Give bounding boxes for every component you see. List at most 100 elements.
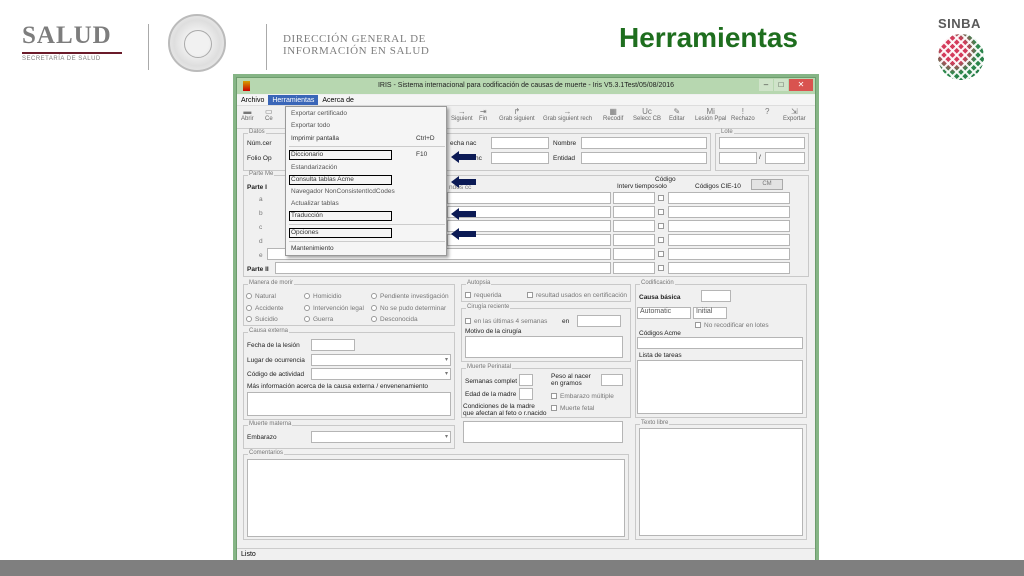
actividad-select[interactable]: ▾ bbox=[311, 368, 451, 380]
ultimas-4-check[interactable] bbox=[465, 318, 471, 324]
muerte-fetal-check[interactable] bbox=[551, 405, 557, 411]
embarazo-select[interactable]: ▾ bbox=[311, 431, 451, 443]
radio-accidente[interactable] bbox=[246, 305, 252, 311]
cm-button[interactable]: CM bbox=[751, 179, 783, 190]
exportar-button[interactable]: ⇲ Exportar bbox=[783, 108, 806, 123]
lesion-ppal-button[interactable]: Mi Lesión Ppal bbox=[695, 108, 726, 123]
interval-field-parte-ii[interactable] bbox=[613, 262, 655, 274]
menu-item-imprimir-pantalla[interactable]: Imprimir pantalla bbox=[291, 135, 339, 142]
interval-field-e[interactable] bbox=[613, 248, 655, 260]
codigo-solo-check-d[interactable] bbox=[658, 237, 664, 243]
cause-field-parte-ii[interactable] bbox=[275, 262, 611, 274]
codigos-acme-field[interactable] bbox=[637, 337, 803, 349]
maximize-button[interactable]: □ bbox=[774, 79, 788, 91]
fecha-lesion-field[interactable] bbox=[311, 339, 355, 351]
menu-archivo[interactable]: Archivo bbox=[237, 95, 268, 105]
grab-siguient-button[interactable]: ↱ Grab siguient bbox=[499, 108, 535, 123]
chevron-down-icon: ▾ bbox=[444, 434, 448, 440]
radio-homicidio[interactable] bbox=[304, 293, 310, 299]
close-button[interactable]: ✕ bbox=[789, 79, 813, 91]
comentarios-textarea[interactable] bbox=[247, 459, 625, 537]
radio-suicidio[interactable] bbox=[246, 316, 252, 322]
menu-item-navegador[interactable]: Navegador NonConsistentIcdCodes bbox=[291, 188, 395, 195]
menu-item-traduccion[interactable]: Traducción bbox=[291, 212, 323, 219]
lote-legend: Lote bbox=[720, 129, 734, 135]
texto-libre-legend: Texto libre bbox=[640, 420, 670, 426]
radio-guerra[interactable] bbox=[304, 316, 310, 322]
codigo-solo-check-c[interactable] bbox=[658, 223, 664, 229]
interval-field-c[interactable] bbox=[613, 220, 655, 232]
causa-basica-field[interactable] bbox=[701, 290, 731, 302]
datos-legend: Datos bbox=[248, 129, 266, 135]
menu-item-mantenimiento[interactable]: Mantenimiento bbox=[291, 245, 334, 252]
no-recodificar-check[interactable] bbox=[695, 322, 701, 328]
manera-morir-legend: Manera de morir bbox=[248, 280, 295, 286]
automatic-field[interactable]: Automatic bbox=[637, 307, 691, 319]
mas-info-textarea[interactable] bbox=[247, 392, 451, 416]
rechazo-label: Rechazo bbox=[731, 116, 755, 122]
initial-field[interactable]: Initial bbox=[693, 307, 727, 319]
menu-item-diccionario[interactable]: Diccionario bbox=[291, 151, 323, 158]
peso-field[interactable] bbox=[601, 374, 623, 386]
cause-field-a[interactable] bbox=[447, 192, 611, 204]
interval-field-b[interactable] bbox=[613, 206, 655, 218]
nombre-field[interactable] bbox=[581, 137, 707, 149]
edad-madre-field[interactable] bbox=[519, 388, 533, 400]
cirugia-fecha-field[interactable] bbox=[577, 315, 621, 327]
codigo-solo-check-parte-ii[interactable] bbox=[658, 265, 664, 271]
radio-no-determinar[interactable] bbox=[371, 305, 377, 311]
ce-button[interactable]: ▭ Ce bbox=[265, 108, 273, 123]
inc-field[interactable] bbox=[491, 152, 549, 164]
lugar-select[interactable]: ▾ bbox=[311, 354, 451, 366]
radio-pendiente[interactable] bbox=[371, 293, 377, 299]
radio-desconocida[interactable] bbox=[371, 316, 377, 322]
semanas-field[interactable] bbox=[519, 374, 533, 386]
radio-natural[interactable] bbox=[246, 293, 252, 299]
codes-field-a[interactable] bbox=[668, 192, 790, 204]
lugar-label: Lugar de ocurrencia bbox=[247, 357, 305, 364]
selecc-cb-button[interactable]: Uc Selecc CB bbox=[633, 108, 661, 123]
codigo-solo-check-a[interactable] bbox=[658, 195, 664, 201]
menu-item-estandarizacion[interactable]: Estandarización bbox=[291, 164, 337, 171]
lista-tareas-list[interactable] bbox=[637, 360, 803, 414]
menu-herramientas[interactable]: Herramientas bbox=[268, 95, 319, 105]
resultado-label: resultad usados en certificación bbox=[536, 292, 628, 299]
minimize-button[interactable]: – bbox=[759, 79, 773, 91]
radio-intervencion-legal[interactable] bbox=[304, 305, 310, 311]
menu-item-consulta-tablas-acme[interactable]: Consulta tablas Acme bbox=[291, 176, 354, 183]
codes-field-d[interactable] bbox=[668, 234, 790, 246]
codes-field-parte-ii[interactable] bbox=[668, 262, 790, 274]
motivo-cirugia-textarea[interactable] bbox=[465, 336, 623, 358]
menu-item-exportar-todo[interactable]: Exportar todo bbox=[291, 122, 330, 129]
codes-field-e[interactable] bbox=[668, 248, 790, 260]
lote-field[interactable] bbox=[719, 137, 805, 149]
menu-item-exportar-certificado[interactable]: Exportar certificado bbox=[291, 110, 347, 117]
ayuda-button[interactable]: ? bbox=[765, 108, 769, 122]
lote-from-field[interactable] bbox=[719, 152, 757, 164]
embarazo-multiple-check[interactable] bbox=[551, 393, 557, 399]
codigo-solo-check-b[interactable] bbox=[658, 209, 664, 215]
rechazo-button[interactable]: ! Rechazo bbox=[731, 108, 755, 123]
menu-item-actualizar-tablas[interactable]: Actualizar tablas bbox=[291, 200, 339, 207]
interval-field-d[interactable] bbox=[613, 234, 655, 246]
grab-siguient-rech-button[interactable]: → Grab siguient rech bbox=[543, 108, 592, 123]
menu-item-opciones[interactable]: Opciones bbox=[291, 229, 318, 236]
lote-to-field[interactable] bbox=[765, 152, 805, 164]
fecha-nac-field[interactable] bbox=[491, 137, 549, 149]
condiciones-textarea[interactable] bbox=[463, 421, 623, 443]
entidad-field[interactable] bbox=[581, 152, 707, 164]
entidad-label: Entidad bbox=[553, 155, 576, 162]
fin-button[interactable]: ⇥ Fin bbox=[479, 108, 487, 123]
siguient-button[interactable]: → Siguient bbox=[451, 108, 473, 123]
codes-field-b[interactable] bbox=[668, 206, 790, 218]
resultado-check[interactable] bbox=[527, 292, 533, 298]
abrir-button[interactable]: ▬ Abrir bbox=[241, 108, 254, 123]
codigo-solo-check-e[interactable] bbox=[658, 251, 664, 257]
codes-field-c[interactable] bbox=[668, 220, 790, 232]
interval-field-a[interactable] bbox=[613, 192, 655, 204]
texto-libre-textarea[interactable] bbox=[639, 428, 803, 536]
editar-button[interactable]: ✎ Editar bbox=[669, 108, 685, 123]
recodif-button[interactable]: ▦ Recodif bbox=[603, 108, 623, 123]
requerida-check[interactable] bbox=[465, 292, 471, 298]
menu-acerca-de[interactable]: Acerca de bbox=[318, 95, 358, 105]
